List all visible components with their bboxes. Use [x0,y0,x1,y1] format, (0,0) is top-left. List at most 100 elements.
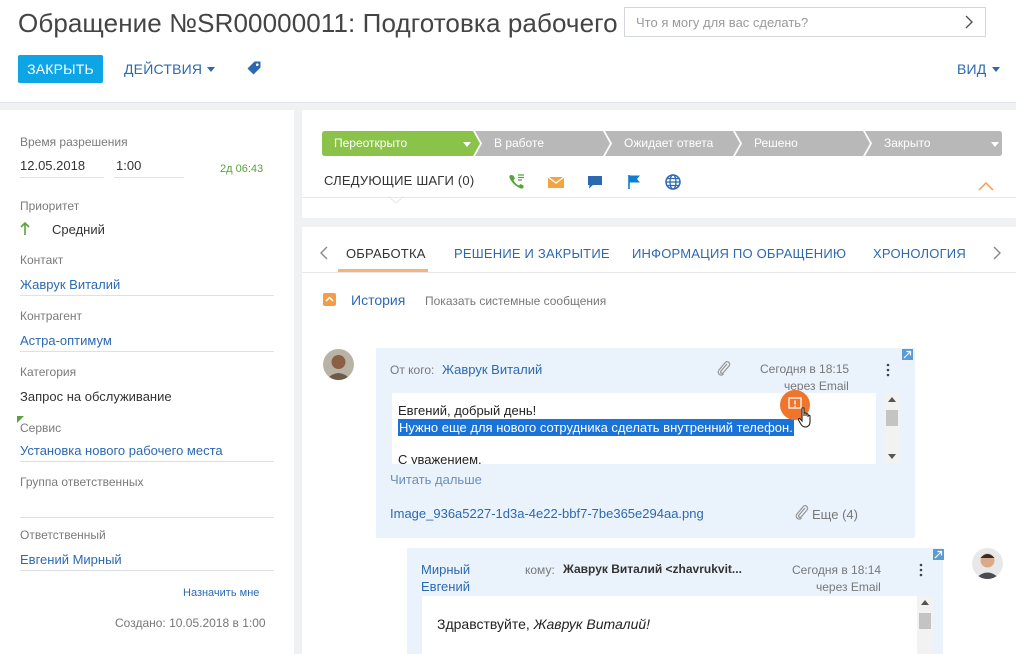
stage-in-progress[interactable]: В работе [482,131,544,156]
arrow-up-icon [20,222,30,235]
resolution-time-field[interactable]: 1:00 [116,158,141,173]
view-button[interactable]: Вид [957,61,1001,77]
attachment-link[interactable]: Image_936a5227-1d3a-4e22-bbf7-7be365e294… [390,506,704,521]
to-label: кому: [525,563,555,577]
phone-icon[interactable] [508,173,526,191]
account-label: Контрагент [20,309,83,323]
tab-timeline[interactable]: Хронология [873,246,966,261]
email-icon[interactable] [547,173,565,191]
service-label: Сервис [20,421,62,435]
show-system-messages[interactable]: Показать системные сообщения [425,294,606,308]
history-collapse-icon[interactable] [323,293,336,306]
avatar-photo [323,349,354,380]
chevron-left-icon[interactable] [319,246,329,260]
stage-awaiting-reply[interactable]: Ожидает ответа [612,131,713,156]
scroll-up-icon[interactable] [921,600,929,605]
greeting-line: Здравствуйте, Жаврук Виталий! [437,616,650,632]
message-line: Евгений, добрый день! [398,403,537,418]
caret-down-icon [207,66,216,72]
stage-label: Решено [754,136,798,150]
group-label: Группа ответственных [20,475,144,489]
collapse-chevron-icon[interactable] [978,182,994,191]
page-header: Обращение №SR00000011: Подготовка рабоче… [0,0,1016,103]
message-card: Мирный Евгений кому: Жаврук Виталий <zha… [407,548,944,654]
search-box[interactable] [624,7,986,37]
open-external-icon[interactable] [933,549,944,560]
case-stages-bar: Переоткрыто В работе Ожидает ответа Реше… [322,131,1002,156]
arrow-diagonal-icon [903,350,912,359]
tab-processing[interactable]: Обработка [346,246,426,261]
page-title: Обращение №SR00000011: Подготовка рабоче… [18,8,648,38]
search-input[interactable] [625,8,945,36]
hand-cursor-icon [797,407,811,428]
more-options-icon[interactable] [919,563,923,577]
stage-reopened[interactable]: Переоткрыто [322,131,472,156]
message-date: Сегодня в 18:14 [792,563,882,577]
more-attachments-link[interactable]: Еще (4) [812,507,858,522]
message-date: Сегодня в 18:15 [760,362,850,376]
greeting-name: Жаврук Виталий! [533,616,651,632]
from-name-link[interactable]: Мирный [421,562,470,577]
tab-resolution[interactable]: Решение и закрытие [454,246,610,261]
stage-label: Ожидает ответа [624,136,714,150]
more-options-icon[interactable] [886,363,890,377]
account-link[interactable]: Астра-оптимум [20,333,112,348]
remaining-time: 2д 06:43 [220,163,264,175]
service-link[interactable]: Установка нового рабочего места [20,443,223,458]
assignee-label: Ответственный [20,528,106,542]
message-line-selected: Нужно еще для нового сотрудника сделать … [398,419,794,436]
chat-icon[interactable] [586,173,604,191]
tabs-bar: Обработка Решение и закрытие Информация … [302,227,1016,273]
actions-button[interactable]: Действия [124,61,216,77]
category-label: Категория [20,365,77,379]
actions-label: Действия [124,61,203,77]
contact-underline [20,295,274,296]
group-underline [20,517,274,518]
from-name-link-second[interactable]: Евгений [421,579,470,594]
message-card: От кого: Жаврук Виталий Сегодня в 18:15 … [376,348,915,538]
from-name-link[interactable]: Жаврук Виталий [442,362,542,377]
caret-down-icon[interactable] [991,142,999,147]
history-title[interactable]: История [351,292,405,308]
stage-closed[interactable]: Закрыто [872,131,1002,156]
assignee-link[interactable]: Евгений Мирный [20,552,122,567]
avatar[interactable] [972,548,1003,579]
tag-icon[interactable] [246,60,262,76]
scroll-down-icon[interactable] [888,454,896,459]
message-scrollbar[interactable] [917,596,933,654]
view-label: Вид [957,61,987,77]
priority-value[interactable]: Средний [52,222,105,237]
time-underline [114,177,184,178]
caret-down-icon[interactable] [463,142,471,147]
globe-icon[interactable] [664,173,682,191]
chevron-right-icon[interactable] [992,246,1002,260]
tab-case-info[interactable]: Информация по обращению [632,246,846,261]
assignee-underline [20,570,274,571]
avatar[interactable] [323,349,354,380]
active-tab-indicator [338,269,428,272]
resolution-time-label: Время разрешения [20,135,128,149]
contact-label: Контакт [20,253,64,267]
stage-resolved[interactable]: Решено [742,131,798,156]
read-more-link[interactable]: Читать дальше [390,472,482,487]
contact-link[interactable]: Жаврук Виталий [20,277,120,292]
next-steps-label[interactable]: Следующие шаги (0) [324,173,474,188]
message-body[interactable]: Здравствуйте, Жаврук Виталий! [422,596,933,654]
stage-label: Переоткрыто [334,136,408,150]
scroll-up-icon[interactable] [888,397,896,402]
resolution-date-field[interactable]: 12.05.2018 [20,158,85,173]
scroll-thumb[interactable] [919,613,931,629]
chevron-right-icon[interactable] [963,14,975,30]
paperclip-icon [795,505,809,520]
case-details-panel: Время разрешения 12.05.2018 1:00 2д 06:4… [0,110,294,654]
paperclip-icon[interactable] [716,360,732,378]
scroll-thumb[interactable] [886,410,898,426]
close-button[interactable]: Закрыть [18,55,103,83]
open-external-icon[interactable] [902,349,913,360]
flag-icon[interactable] [625,173,643,191]
category-value[interactable]: Запрос на обслуживание [20,389,172,404]
assign-me-link[interactable]: Назначить мне [183,587,259,599]
service-underline [20,461,274,462]
message-scrollbar[interactable] [884,393,900,464]
stage-label: Закрыто [884,136,931,150]
